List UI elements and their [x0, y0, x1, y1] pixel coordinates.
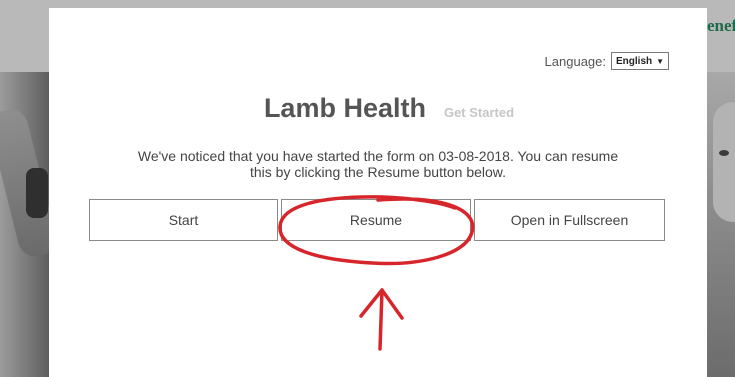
resume-notice-line-1: We've noticed that you have started the …	[137, 148, 619, 164]
background-photo-shadow	[26, 168, 48, 218]
resume-notice: We've noticed that you have started the …	[89, 148, 667, 180]
app-title: Lamb Health	[263, 93, 426, 123]
chevron-down-icon: ▼	[656, 56, 664, 66]
background-brand-text: enef	[707, 16, 735, 35]
language-select[interactable]: English ▼	[611, 52, 669, 70]
open-fullscreen-button[interactable]: Open in Fullscreen	[474, 199, 665, 241]
background-photo-right	[707, 72, 735, 377]
app-subtitle: Get Started	[443, 105, 515, 120]
background-photo-face	[713, 102, 735, 222]
language-selector-row: Language: English ▼	[545, 52, 669, 70]
background-photo-left	[0, 72, 49, 377]
dialog-heading: Lamb Health Get Started	[49, 93, 707, 124]
resume-notice-line-2: this by clicking the Resume button below…	[249, 164, 507, 180]
start-button[interactable]: Start	[89, 199, 278, 241]
language-select-value: English	[616, 55, 653, 67]
background-photo-eye	[719, 150, 729, 156]
language-label: Language:	[544, 53, 606, 69]
resume-button[interactable]: Resume	[281, 199, 471, 241]
start-dialog: Language: English ▼ Lamb Health Get Star…	[49, 8, 707, 377]
